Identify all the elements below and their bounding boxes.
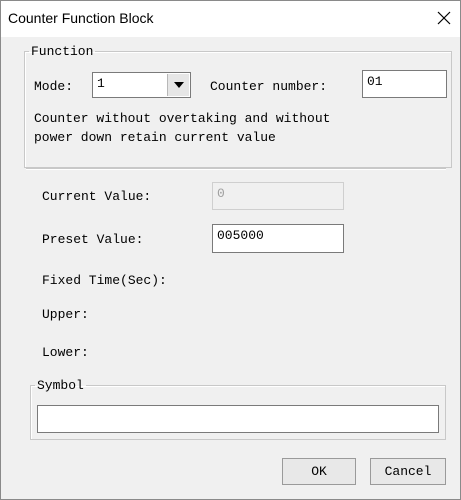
- counter-number-input[interactable]: 01: [362, 70, 447, 98]
- mode-select[interactable]: 1: [92, 72, 191, 98]
- current-value-label: Current Value:: [42, 189, 152, 204]
- chevron-down-icon: [173, 82, 184, 88]
- window-title: Counter Function Block: [8, 10, 154, 26]
- preset-value-label: Preset Value:: [42, 232, 144, 247]
- close-button[interactable]: [430, 5, 458, 31]
- preset-value-input[interactable]: 005000: [212, 224, 344, 253]
- title-bar: Counter Function Block: [1, 1, 460, 37]
- mode-description-line2: power down retain current value: [34, 130, 276, 145]
- function-group: Function: [24, 44, 452, 168]
- section-divider: [26, 168, 446, 170]
- fixed-time-label: Fixed Time(Sec):: [42, 273, 167, 288]
- current-value-input[interactable]: 0: [212, 182, 344, 210]
- function-group-legend: Function: [31, 44, 94, 59]
- symbol-input[interactable]: [37, 405, 439, 433]
- lower-label: Lower:: [42, 345, 89, 360]
- cancel-button[interactable]: Cancel: [370, 458, 446, 485]
- close-icon: [437, 11, 451, 25]
- mode-dropdown-button[interactable]: [167, 74, 189, 96]
- mode-description-line1: Counter without overtaking and without: [34, 111, 331, 126]
- mode-selected-value: 1: [97, 76, 105, 91]
- symbol-group-legend: Symbol: [37, 378, 84, 393]
- upper-label: Upper:: [42, 307, 89, 322]
- mode-label: Mode:: [34, 79, 74, 94]
- counter-number-label: Counter number:: [210, 79, 328, 94]
- counter-function-block-dialog: Counter Function Block Function Mode: 1 …: [0, 0, 461, 500]
- ok-button[interactable]: OK: [282, 458, 356, 485]
